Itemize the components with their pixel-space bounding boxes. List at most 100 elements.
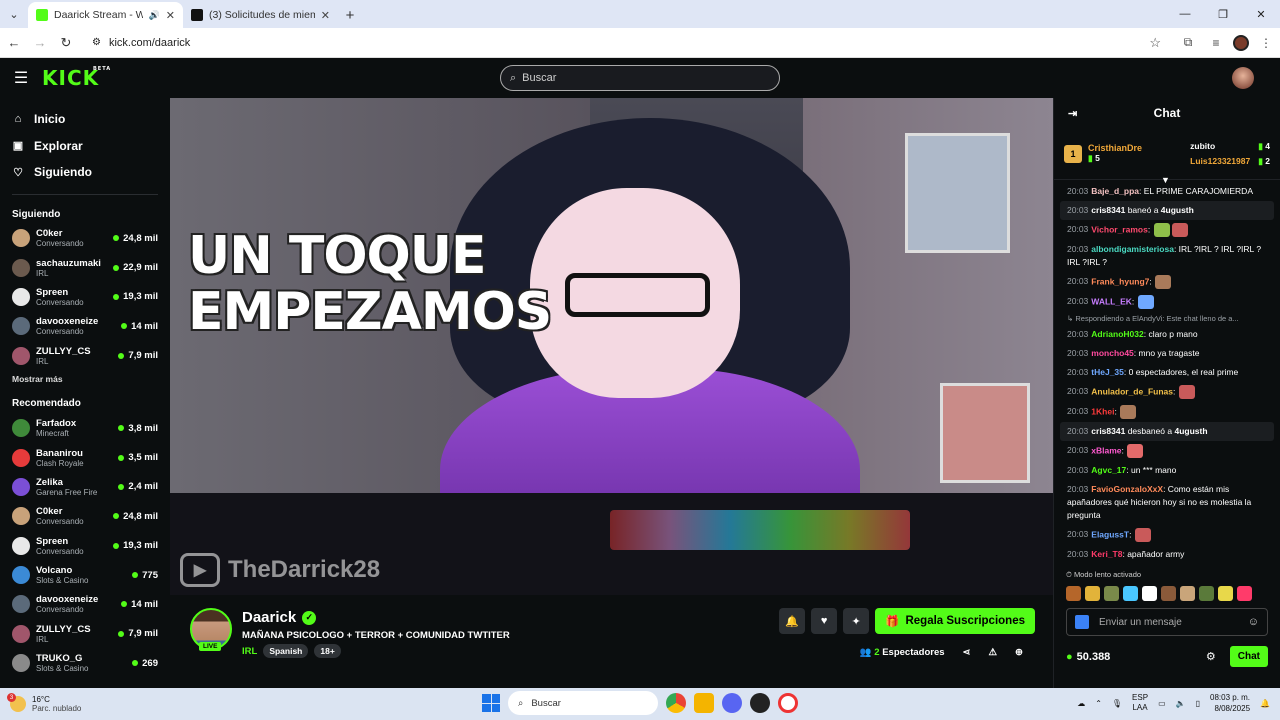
sidebar-channel-item[interactable]: Bananirou Clash Royale 3,5 mil: [0, 443, 170, 472]
message-username[interactable]: cris8341: [1091, 426, 1125, 436]
message-username[interactable]: WALL_EK: [1091, 296, 1132, 306]
tab-kick[interactable]: Daarick Stream - Watch Live on Kick 🔊 ✕: [28, 2, 183, 28]
sidebar-channel-item[interactable]: Spreen Conversando 19,3 mil: [0, 531, 170, 560]
notifications-bell-button[interactable]: 🔔: [779, 608, 806, 634]
language-indicator[interactable]: ESP LAA: [1132, 693, 1148, 713]
user-avatar[interactable]: [1232, 67, 1254, 89]
emoji-picker-icon[interactable]: ☺: [1248, 616, 1259, 628]
app-icon[interactable]: [750, 693, 770, 713]
network-icon[interactable]: ▭: [1158, 699, 1166, 708]
emote-icon[interactable]: [1161, 585, 1176, 601]
share-icon[interactable]: ⋖: [963, 647, 971, 658]
sidebar-channel-item[interactable]: Zelika Garena Free Fire 2,4 mil: [0, 472, 170, 501]
tab-x[interactable]: (3) Solicitudes de miembros / X ✕: [183, 2, 338, 28]
sidebar-channel-item[interactable]: davooxeneize Conversando 14 mil: [0, 590, 170, 619]
volume-icon[interactable]: 🔈: [1176, 699, 1186, 708]
kick-logo[interactable]: KICK BETA: [42, 66, 110, 90]
sidebar-channel-item[interactable]: Spreen Conversando 19,3 mil: [0, 282, 170, 311]
target-username[interactable]: 4ugusth: [1161, 205, 1194, 215]
collapse-chat-icon[interactable]: ⇥: [1068, 107, 1077, 120]
message-username[interactable]: ElagussT: [1091, 529, 1129, 539]
cloud-icon[interactable]: ☁: [1077, 699, 1085, 708]
back-icon[interactable]: ←: [2, 28, 26, 58]
bookmark-star-icon[interactable]: ☆: [1149, 35, 1161, 51]
emote-icon[interactable]: [1142, 585, 1157, 601]
sidebar-channel-item[interactable]: ZULLYY_CS IRL 7,9 mil: [0, 341, 170, 370]
sparkle-button[interactable]: ✦: [843, 608, 870, 634]
nav-siguiendo[interactable]: ♡ Siguiendo: [12, 159, 158, 186]
sidebar-channel-item[interactable]: ZULLYY_CS IRL 7,9 mil: [0, 619, 170, 648]
message-username[interactable]: Anulador_de_Funas: [1091, 386, 1173, 396]
target-username[interactable]: 4ugusth: [1174, 426, 1207, 436]
sidebar-channel-item[interactable]: TRUKO_G Slots & Casino 269: [0, 649, 170, 678]
message-username[interactable]: Frank_hyung7: [1091, 276, 1149, 286]
battery-icon[interactable]: ▯: [1196, 699, 1200, 708]
tag-mature[interactable]: 18+: [314, 644, 341, 658]
chat-identity-icon[interactable]: [1075, 615, 1089, 629]
sidebar-channel-item[interactable]: sachauzumaki IRL 22,9 mil: [0, 253, 170, 282]
chrome-icon[interactable]: [666, 693, 686, 713]
message-username[interactable]: xBlame: [1091, 445, 1121, 455]
emote-icon[interactable]: [1123, 585, 1138, 601]
site-info-icon[interactable]: ⚙: [92, 37, 101, 48]
restore-icon[interactable]: ❐: [1204, 0, 1242, 28]
emote-icon[interactable]: [1104, 585, 1119, 601]
notifications-icon[interactable]: 🔔: [1260, 699, 1270, 708]
add-user-icon[interactable]: ⊕: [1015, 647, 1023, 658]
leader-name[interactable]: Luis123321987: [1190, 154, 1250, 169]
message-username[interactable]: moncho45: [1091, 348, 1134, 358]
leader-name[interactable]: zubito: [1190, 139, 1215, 154]
close-window-icon[interactable]: ✕: [1242, 0, 1280, 28]
file-explorer-icon[interactable]: [694, 693, 714, 713]
category-link[interactable]: IRL: [242, 646, 257, 657]
sidebar-channel-item[interactable]: C0ker Conversando 24,8 mil: [0, 224, 170, 253]
browser-profile-avatar[interactable]: [1233, 34, 1249, 51]
new-tab-button[interactable]: +: [338, 2, 362, 28]
emote-icon[interactable]: [1199, 585, 1214, 601]
emote-icon[interactable]: [1066, 585, 1081, 601]
chevron-up-icon[interactable]: ⌃: [1095, 699, 1102, 708]
start-button[interactable]: [482, 694, 500, 712]
tab-list-button[interactable]: ⌄: [0, 0, 28, 28]
emote-icon[interactable]: [1237, 585, 1252, 601]
taskbar-search[interactable]: ⌕ Buscar: [508, 691, 658, 715]
close-tab-icon[interactable]: ✕: [166, 9, 175, 22]
message-username[interactable]: tHeJ_35: [1091, 367, 1124, 377]
weather-widget[interactable]: 3 16°C Parc. nublado: [0, 693, 200, 713]
speaker-icon[interactable]: 🔊: [149, 10, 160, 21]
send-chat-button[interactable]: Chat: [1229, 646, 1268, 667]
leader-name[interactable]: CristhianDre: [1088, 143, 1142, 153]
pin-expand-icon[interactable]: ▼: [1161, 175, 1170, 185]
gift-subs-button[interactable]: 🎁 Regala Suscripciones: [875, 608, 1035, 634]
report-icon[interactable]: ⚠: [989, 647, 998, 658]
show-more-link[interactable]: Mostrar más: [0, 370, 170, 392]
follow-heart-button[interactable]: ♥: [811, 608, 838, 634]
microphone-icon[interactable]: 🎙: [1112, 699, 1122, 708]
extensions-icon[interactable]: ⧉: [1177, 32, 1199, 54]
tag-language[interactable]: Spanish: [263, 644, 309, 658]
message-username[interactable]: Keri_T8: [1091, 549, 1122, 559]
emote-icon[interactable]: [1085, 585, 1100, 601]
clock[interactable]: 08:03 p. m. 8/08/2025: [1210, 692, 1250, 714]
sidebar-channel-item[interactable]: Volcano Slots & Casino 775: [0, 560, 170, 589]
emote-icon[interactable]: [1218, 585, 1233, 601]
reload-icon[interactable]: ↻: [54, 28, 78, 58]
sidebar-channel-item[interactable]: davooxeneize Conversando 14 mil: [0, 312, 170, 341]
search-input[interactable]: ⌕ Buscar: [500, 65, 780, 91]
message-username[interactable]: Baje_d_ppa: [1091, 186, 1139, 196]
video-player[interactable]: UN TOQUE EMPEZAMOS ▶ TheDarrick28: [170, 98, 1053, 595]
browser-menu-icon[interactable]: ⋮: [1255, 32, 1277, 54]
url-field[interactable]: ⚙ kick.com/daarick ☆: [84, 31, 1169, 55]
nav-inicio[interactable]: ⌂ Inicio: [12, 106, 158, 133]
streamer-name[interactable]: Daarick ✓: [242, 609, 317, 626]
media-control-icon[interactable]: ≡: [1205, 32, 1227, 54]
message-username[interactable]: cris8341: [1091, 205, 1125, 215]
minimize-icon[interactable]: —: [1166, 0, 1204, 28]
nav-explorar[interactable]: ▣ Explorar: [12, 133, 158, 160]
sidebar-channel-item[interactable]: C0ker Conversando 24,8 mil: [0, 502, 170, 531]
channel-points[interactable]: ● 50.388: [1066, 651, 1110, 663]
sidebar-channel-item[interactable]: Farfadox Minecraft 3,8 mil: [0, 413, 170, 442]
emote-icon[interactable]: [1180, 585, 1195, 601]
message-username[interactable]: 1Khei: [1091, 406, 1114, 416]
message-username[interactable]: FavioGonzaloXxX: [1091, 484, 1163, 494]
